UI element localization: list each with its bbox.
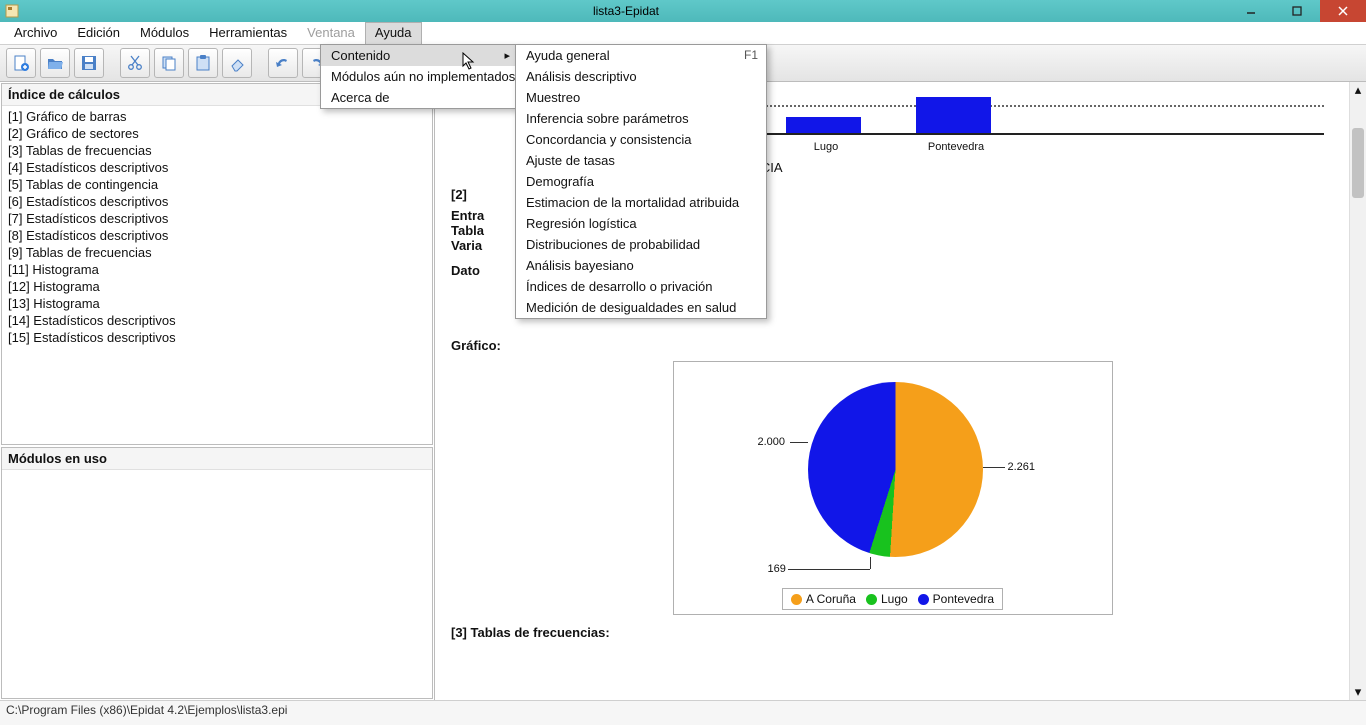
pie-body [808, 382, 983, 557]
toolbar-undo[interactable] [268, 48, 298, 78]
vertical-scrollbar[interactable]: ▴ ▾ [1349, 82, 1366, 700]
scroll-down-icon[interactable]: ▾ [1350, 684, 1366, 700]
maximize-button[interactable] [1274, 0, 1320, 22]
pie-value-c: 169 [768, 563, 786, 575]
toolbar-save[interactable] [74, 48, 104, 78]
dd2-analisis-descriptivo[interactable]: Análisis descriptivo [516, 66, 766, 87]
list-item[interactable]: [5] Tablas de contingencia [6, 176, 428, 193]
dd2-distribuciones[interactable]: Distribuciones de probabilidad [516, 234, 766, 255]
dd2-indices[interactable]: Índices de desarrollo o privación [516, 276, 766, 297]
dd2-demografia[interactable]: Demografía [516, 171, 766, 192]
dd-modulos-no-impl[interactable]: Módulos aún no implementados [321, 66, 516, 87]
dd2-ayuda-general[interactable]: Ayuda generalF1 [516, 45, 766, 66]
ayuda-dropdown[interactable]: Contenido▸ Módulos aún no implementados … [320, 44, 517, 109]
grafico-label: Gráfico: [451, 338, 1334, 353]
dd-contenido[interactable]: Contenido▸ [321, 45, 516, 66]
toolbar-paste[interactable] [188, 48, 218, 78]
window-title: lista3-Epidat [24, 4, 1228, 18]
shortcut-label: F1 [744, 48, 758, 62]
swatch-lugo [866, 594, 877, 605]
pie-value-b: 2.000 [758, 436, 786, 448]
pie-chart: 2.261 2.000 169 A Coruña Lugo Pontevedra [673, 361, 1113, 615]
dd-acerca-de[interactable]: Acerca de [321, 87, 516, 108]
bar-pontevedra [916, 97, 991, 133]
toolbar-erase[interactable] [222, 48, 252, 78]
variable-label: Varia [451, 238, 482, 253]
menubar: Archivo Edición Módulos Herramientas Ven… [0, 22, 1366, 45]
close-button[interactable] [1320, 0, 1366, 22]
list-item[interactable]: [8] Estadísticos descriptivos [6, 227, 428, 244]
swatch-pontevedra [918, 594, 929, 605]
panel-index: Índice de cálculos [1] Gráfico de barras… [1, 83, 433, 445]
modules-list[interactable] [2, 470, 432, 698]
list-item[interactable]: [7] Estadísticos descriptivos [6, 210, 428, 227]
list-item[interactable]: [13] Histograma [6, 295, 428, 312]
toolbar-open[interactable] [40, 48, 70, 78]
dd2-bayesiano[interactable]: Análisis bayesiano [516, 255, 766, 276]
swatch-acoruna [791, 594, 802, 605]
list-item[interactable]: [9] Tablas de frecuencias [6, 244, 428, 261]
tabla-label: Tabla [451, 223, 484, 238]
titlebar: lista3-Epidat [0, 0, 1366, 22]
dd2-regresion[interactable]: Regresión logística [516, 213, 766, 234]
pie-legend: A Coruña Lugo Pontevedra [782, 588, 1003, 610]
toolbar-new[interactable] [6, 48, 36, 78]
statusbar: C:\Program Files (x86)\Epidat 4.2\Ejempl… [0, 700, 1366, 725]
minimize-button[interactable] [1228, 0, 1274, 22]
dd2-ajuste-tasas[interactable]: Ajuste de tasas [516, 150, 766, 171]
dd2-concordancia[interactable]: Concordancia y consistencia [516, 129, 766, 150]
entradas-label: Entra [451, 208, 484, 223]
panel-modules-title: Módulos en uso [2, 448, 432, 470]
statusbar-path: C:\Program Files (x86)\Epidat 4.2\Ejempl… [6, 703, 287, 717]
dd2-desigualdades[interactable]: Medición de desigualdades en salud [516, 297, 766, 318]
menu-modulos[interactable]: Módulos [130, 22, 199, 44]
toolbar-cut[interactable] [120, 48, 150, 78]
menu-ventana[interactable]: Ventana [297, 22, 365, 44]
scroll-up-icon[interactable]: ▴ [1350, 82, 1366, 98]
bar-lugo [786, 117, 861, 133]
dd2-muestreo[interactable]: Muestreo [516, 87, 766, 108]
dd2-inferencia[interactable]: Inferencia sobre parámetros [516, 108, 766, 129]
menu-edicion[interactable]: Edición [67, 22, 130, 44]
datos-label: Dato [451, 263, 480, 278]
list-item[interactable]: [15] Estadísticos descriptivos [6, 329, 428, 346]
list-item[interactable]: [1] Gráfico de barras [6, 108, 428, 125]
menu-ayuda[interactable]: Ayuda [365, 22, 422, 44]
legend-label: Pontevedra [933, 592, 994, 606]
left-pane: Índice de cálculos [1] Gráfico de barras… [0, 82, 435, 700]
menu-archivo[interactable]: Archivo [4, 22, 67, 44]
bar-label: Lugo [766, 141, 886, 153]
list-item[interactable]: [12] Histograma [6, 278, 428, 295]
scroll-thumb[interactable] [1352, 128, 1364, 198]
list-item[interactable]: [11] Histograma [6, 261, 428, 278]
pie-value-a: 2.261 [1008, 461, 1036, 473]
list-item[interactable]: [14] Estadísticos descriptivos [6, 312, 428, 329]
panel-modules: Módulos en uso [1, 447, 433, 699]
list-item[interactable]: [6] Estadísticos descriptivos [6, 193, 428, 210]
bar-chart-partial: Lugo Pontevedra PROVINCIA [711, 90, 1324, 175]
list-item[interactable]: [4] Estadísticos descriptivos [6, 159, 428, 176]
list-item[interactable]: [3] Tablas de frecuencias [6, 142, 428, 159]
app-icon [4, 3, 20, 19]
legend-label: Lugo [881, 592, 908, 606]
legend-label: A Coruña [806, 592, 856, 606]
index-list[interactable]: [1] Gráfico de barras [2] Gráfico de sec… [2, 106, 432, 444]
dd2-mortalidad[interactable]: Estimacion de la mortalidad atribuida [516, 192, 766, 213]
menu-herramientas[interactable]: Herramientas [199, 22, 297, 44]
submenu-arrow-icon: ▸ [504, 49, 510, 62]
section3-title: [3] Tablas de frecuencias: [451, 625, 1334, 640]
toolbar-copy[interactable] [154, 48, 184, 78]
list-item[interactable]: [2] Gráfico de sectores [6, 125, 428, 142]
contenido-submenu[interactable]: Ayuda generalF1 Análisis descriptivo Mue… [515, 44, 767, 319]
bar-label: Pontevedra [896, 141, 1016, 153]
